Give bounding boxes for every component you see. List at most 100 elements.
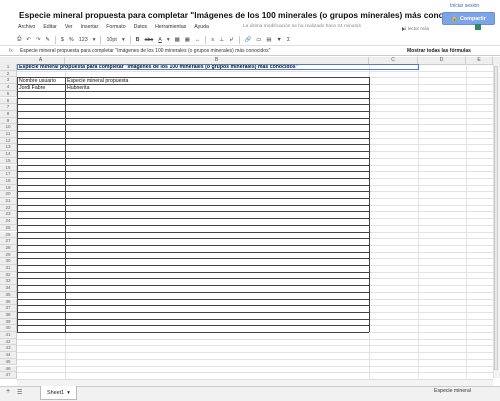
sign-in-link[interactable]: Iniciar sesión xyxy=(450,3,479,9)
filter-icon[interactable]: ▼ xyxy=(276,37,281,43)
sheet-tab-sheet1[interactable]: Sheet1 ▾ xyxy=(40,386,77,400)
row-header-41[interactable]: 41 xyxy=(0,332,17,339)
row-header-21[interactable]: 21 xyxy=(0,198,17,205)
row-header-7[interactable]: 7 xyxy=(0,104,17,111)
menu-ayuda[interactable]: Ayuda xyxy=(194,24,209,30)
merge-cells-icon[interactable]: ↔ xyxy=(195,37,200,43)
row-header-1[interactable]: 1 xyxy=(0,64,17,71)
text-color-icon[interactable]: A xyxy=(158,37,162,43)
row-header-35[interactable]: 35 xyxy=(0,291,17,299)
row-header-9[interactable]: 9 xyxy=(0,117,17,125)
undo-icon[interactable]: ↶ xyxy=(26,37,31,43)
row-header-26[interactable]: 26 xyxy=(0,231,17,239)
menu-editar[interactable]: Editar xyxy=(43,24,57,30)
insert-link-icon[interactable]: 🔗 xyxy=(245,37,252,43)
row-header-18[interactable]: 18 xyxy=(0,177,17,185)
column-header-b[interactable]: B xyxy=(65,57,369,64)
menu-ver[interactable]: Ver xyxy=(65,24,73,30)
share-button[interactable]: 🔒 Compartir xyxy=(442,12,495,25)
row-header-17[interactable]: 17 xyxy=(0,171,17,178)
row-header-30[interactable]: 30 xyxy=(0,258,17,265)
row-header-43[interactable]: 43 xyxy=(0,345,17,353)
menu-insertar[interactable]: Insertar xyxy=(81,24,99,30)
cell-a3[interactable]: Nombre usuario xyxy=(19,78,64,84)
row-header-33[interactable]: 33 xyxy=(0,278,17,286)
redo-icon[interactable]: ↷ xyxy=(36,37,41,43)
functions-icon[interactable]: Σ xyxy=(287,37,290,43)
bold-icon[interactable]: B xyxy=(136,37,140,43)
menu-herramientas[interactable]: Herramientas xyxy=(155,24,186,30)
print-icon[interactable]: ⎙ xyxy=(17,36,21,43)
fill-color-icon[interactable]: ▩ xyxy=(175,37,180,43)
insert-comment-icon[interactable]: ▭ xyxy=(256,37,261,43)
row-header-39[interactable]: 39 xyxy=(0,318,17,326)
row-header-15[interactable]: 15 xyxy=(0,157,17,165)
row-header-2[interactable]: 2 xyxy=(0,70,17,78)
sheet-list-icon[interactable]: ☰ xyxy=(17,389,22,396)
row-header-31[interactable]: 31 xyxy=(0,265,17,272)
row-header-22[interactable]: 22 xyxy=(0,204,17,212)
doc-title[interactable]: Especie mineral propuesta para completar… xyxy=(19,10,470,20)
insert-chart-icon[interactable]: ▤ xyxy=(266,37,271,43)
chevron-down-icon[interactable]: ▾ xyxy=(93,37,96,43)
borders-icon[interactable]: ▦ xyxy=(185,37,190,43)
chevron-down-icon[interactable]: ▾ xyxy=(122,37,125,43)
menu-formato[interactable]: Formato xyxy=(106,24,125,30)
row-header-6[interactable]: 6 xyxy=(0,97,17,105)
viewer-avatar[interactable] xyxy=(475,24,481,30)
currency-format-button[interactable]: $ xyxy=(61,37,64,43)
row-header-5[interactable]: 5 xyxy=(0,90,17,98)
font-size-select[interactable]: 10pt xyxy=(106,37,117,43)
menu-datos[interactable]: Datos xyxy=(134,24,148,30)
row-header-19[interactable]: 19 xyxy=(0,184,17,192)
column-header-d[interactable]: D xyxy=(418,57,466,64)
cell-b3[interactable]: Especie mineral propuesta xyxy=(67,78,367,84)
percent-format-button[interactable]: % xyxy=(69,37,74,43)
row-header-42[interactable]: 42 xyxy=(0,338,17,346)
wrap-text-icon[interactable]: ↲ xyxy=(229,37,234,43)
menu-archivo[interactable]: Archivo xyxy=(18,24,35,30)
explore-tab[interactable]: Especie mineral xyxy=(434,388,471,394)
row-header-36[interactable]: 36 xyxy=(0,298,17,306)
row-header-46[interactable]: 46 xyxy=(0,365,17,373)
row-header-4[interactable]: 4 xyxy=(0,84,17,91)
row-header-28[interactable]: 28 xyxy=(0,244,17,252)
row-header-38[interactable]: 38 xyxy=(0,311,17,319)
paint-format-icon[interactable]: ✎ xyxy=(45,37,50,43)
row-header-34[interactable]: 34 xyxy=(0,285,17,292)
row-header-14[interactable]: 14 xyxy=(0,151,17,158)
row-header-47[interactable]: 47 xyxy=(0,372,17,379)
vertical-scroll-thumb[interactable] xyxy=(494,66,498,370)
row-header-27[interactable]: 27 xyxy=(0,238,17,245)
row-header-37[interactable]: 37 xyxy=(0,305,17,312)
row-header-32[interactable]: 32 xyxy=(0,271,17,279)
row-header-12[interactable]: 12 xyxy=(0,137,17,145)
last-modified-text[interactable]: La última modificación se ha realizado h… xyxy=(243,24,361,29)
strikethrough-icon[interactable]: abc xyxy=(145,37,154,43)
column-header-c[interactable]: C xyxy=(369,57,418,64)
row-header-16[interactable]: 16 xyxy=(0,164,17,172)
show-formulas-button[interactable]: Mostrar todas las fórmulas xyxy=(407,48,471,54)
more-formats-button[interactable]: 123 xyxy=(79,37,88,43)
horizontal-scrollbar[interactable] xyxy=(17,379,493,386)
row-header-3[interactable]: 3 xyxy=(0,77,17,85)
row-header-20[interactable]: 20 xyxy=(0,191,17,198)
add-sheet-icon[interactable]: + xyxy=(6,388,10,395)
align-vertical-icon[interactable]: ⊥ xyxy=(219,37,224,43)
row-header-8[interactable]: 8 xyxy=(0,110,17,118)
column-header-a[interactable]: A xyxy=(17,57,65,64)
align-left-icon[interactable]: ≡ xyxy=(211,37,214,43)
row-header-25[interactable]: 25 xyxy=(0,224,17,232)
row-header-23[interactable]: 23 xyxy=(0,211,17,219)
row-header-13[interactable]: 13 xyxy=(0,144,17,152)
row-header-45[interactable]: 45 xyxy=(0,358,17,366)
row-header-10[interactable]: 10 xyxy=(0,124,17,131)
row-header-29[interactable]: 29 xyxy=(0,251,17,259)
viewers-count[interactable]: 1 lector más xyxy=(404,26,429,31)
row-header-40[interactable]: 40 xyxy=(0,325,17,332)
chevron-down-icon[interactable]: ▾ xyxy=(167,37,170,43)
row-header-24[interactable]: 24 xyxy=(0,218,17,225)
row-header-44[interactable]: 44 xyxy=(0,352,17,359)
formula-input[interactable]: Especie mineral propuesta para completar… xyxy=(20,48,270,54)
row-header-11[interactable]: 11 xyxy=(0,131,17,138)
